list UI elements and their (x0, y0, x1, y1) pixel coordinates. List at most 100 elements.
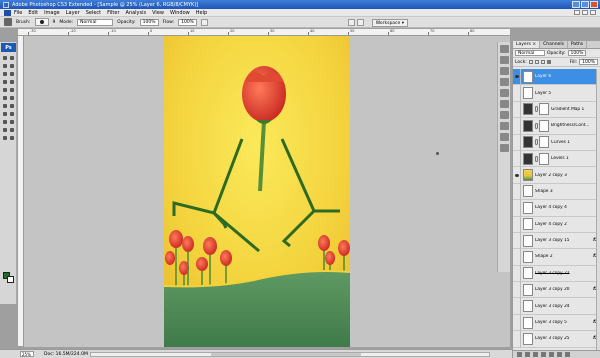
notes-tool-icon[interactable] (2, 127, 8, 133)
add-mask-icon[interactable] (533, 352, 538, 357)
menu-edit[interactable]: Edit (28, 10, 38, 16)
maximize-button[interactable] (581, 1, 589, 8)
menu-layer[interactable]: Layer (66, 10, 80, 16)
color-icon[interactable] (500, 78, 509, 86)
mode-select[interactable]: Normal (77, 18, 114, 26)
layer-row[interactable]: Layer 3 copy 22 (513, 265, 600, 283)
shape-tool-icon[interactable] (9, 119, 15, 125)
fill-input[interactable]: 100% (579, 59, 598, 65)
eraser-tool-icon[interactable] (2, 95, 8, 101)
visibility-eye-icon[interactable] (513, 85, 521, 101)
zoom-tool-icon[interactable] (9, 135, 15, 141)
lasso-tool-icon[interactable] (2, 63, 8, 69)
layer-thumbnail[interactable] (523, 300, 533, 313)
pen-tool-icon[interactable] (2, 111, 8, 117)
brush-tool-icon[interactable] (9, 79, 15, 85)
layer-thumbnail[interactable] (523, 119, 533, 132)
info-icon[interactable] (500, 67, 509, 75)
visibility-eye-icon[interactable] (513, 314, 521, 331)
visibility-eye-icon[interactable] (513, 282, 521, 298)
brush-preset-picker[interactable] (34, 18, 49, 26)
menu-file[interactable]: File (14, 10, 22, 16)
menu-view[interactable]: View (152, 10, 164, 16)
styles-icon[interactable] (500, 100, 509, 108)
layer-thumbnail[interactable] (523, 332, 533, 345)
stamp-tool-icon[interactable] (2, 87, 8, 93)
tab-channels[interactable]: Channels (540, 41, 568, 48)
layer-row[interactable]: Shape 2fx (513, 249, 600, 266)
doc-restore-button[interactable] (582, 10, 588, 15)
document-canvas[interactable] (164, 36, 350, 347)
visibility-eye-icon[interactable] (513, 134, 521, 150)
brushes-icon[interactable] (500, 144, 509, 152)
layer-row[interactable]: Layer 5 (513, 85, 600, 102)
layer-row[interactable]: Curves 1 (513, 134, 600, 151)
mask-link-icon[interactable] (535, 122, 538, 129)
visibility-eye-icon[interactable] (513, 69, 521, 85)
close-button[interactable] (590, 1, 598, 8)
gradient-tool-icon[interactable] (9, 95, 15, 101)
navigator-icon[interactable] (500, 45, 509, 53)
visibility-eye-icon[interactable] (513, 118, 521, 134)
layer-style-icon[interactable] (525, 352, 530, 357)
lock-image-icon[interactable] (534, 60, 539, 64)
visibility-eye-icon[interactable] (513, 200, 521, 216)
layer-row[interactable]: Layer 3 copy 25fx (513, 331, 600, 348)
visibility-eye-icon[interactable] (513, 101, 521, 118)
layers-scrollbar[interactable] (596, 69, 600, 350)
crop-tool-icon[interactable] (2, 71, 8, 77)
layer-thumbnail[interactable] (523, 87, 533, 100)
visibility-eye-icon[interactable] (513, 167, 521, 183)
layer-thumbnail[interactable] (523, 201, 533, 214)
blur-tool-icon[interactable] (2, 103, 8, 109)
brush-tool-icon[interactable] (4, 18, 12, 26)
layer-row[interactable]: Layer 3 copy 20fx (513, 282, 600, 299)
layer-thumbnail[interactable] (523, 316, 533, 329)
doc-minimize-button[interactable] (574, 10, 580, 15)
mask-link-icon[interactable] (535, 106, 538, 113)
layer-opacity-input[interactable]: 100% (567, 50, 587, 56)
doc-size-info[interactable]: Doc: 16.5M/224.0M (44, 352, 88, 357)
visibility-eye-icon[interactable] (513, 298, 521, 314)
tab-layers[interactable]: Layers × (513, 41, 541, 48)
layer-row[interactable]: Layer 2 copy 3 (513, 167, 600, 184)
visibility-eye-icon[interactable] (513, 265, 521, 282)
layer-row[interactable]: Layer 4 copy 2 (513, 216, 600, 233)
adjustment-layer-icon[interactable] (541, 352, 546, 357)
mask-link-icon[interactable] (535, 139, 538, 146)
doc-close-button[interactable] (590, 10, 596, 15)
layer-thumbnail[interactable] (523, 185, 533, 198)
path-select-tool-icon[interactable] (2, 119, 8, 125)
workspace-button[interactable]: Workspace ▾ (371, 19, 408, 27)
hand-tool-icon[interactable] (2, 135, 8, 141)
lock-transparency-icon[interactable] (528, 60, 533, 64)
visibility-eye-icon[interactable] (513, 232, 521, 249)
move-tool-icon[interactable] (2, 55, 8, 61)
healing-tool-icon[interactable] (2, 79, 8, 85)
lock-position-icon[interactable] (540, 60, 545, 64)
layer-thumbnail[interactable] (523, 136, 533, 149)
type-tool-icon[interactable] (9, 111, 15, 117)
new-layer-icon[interactable] (557, 352, 562, 357)
slice-tool-icon[interactable] (9, 71, 15, 77)
background-color-swatch[interactable] (7, 276, 14, 283)
layer-row[interactable]: Layer 3 copy 5fx (513, 314, 600, 332)
horizontal-scrollbar[interactable] (90, 352, 490, 357)
visibility-eye-icon[interactable] (513, 331, 521, 347)
layer-row[interactable]: Brightness/Cont... (513, 118, 600, 135)
minimize-button[interactable] (572, 1, 580, 8)
actions-icon[interactable] (500, 122, 509, 130)
new-group-icon[interactable] (549, 352, 554, 357)
menu-help[interactable]: Help (196, 10, 207, 16)
layer-thumbnail[interactable] (523, 152, 533, 165)
tool-presets-icon[interactable] (500, 133, 509, 141)
layer-thumbnail[interactable] (523, 103, 533, 116)
layer-row[interactable]: Layer 3 copy 24 (513, 298, 600, 315)
visibility-eye-icon[interactable] (513, 216, 521, 232)
layer-mask-thumbnail[interactable] (539, 152, 549, 165)
layer-row[interactable]: Gradient Map 1 (513, 101, 600, 119)
zoom-level-field[interactable]: 25% (20, 351, 34, 357)
tab-paths[interactable]: Paths (568, 41, 588, 48)
layer-thumbnail[interactable] (523, 169, 533, 182)
menu-select[interactable]: Select (86, 10, 101, 16)
